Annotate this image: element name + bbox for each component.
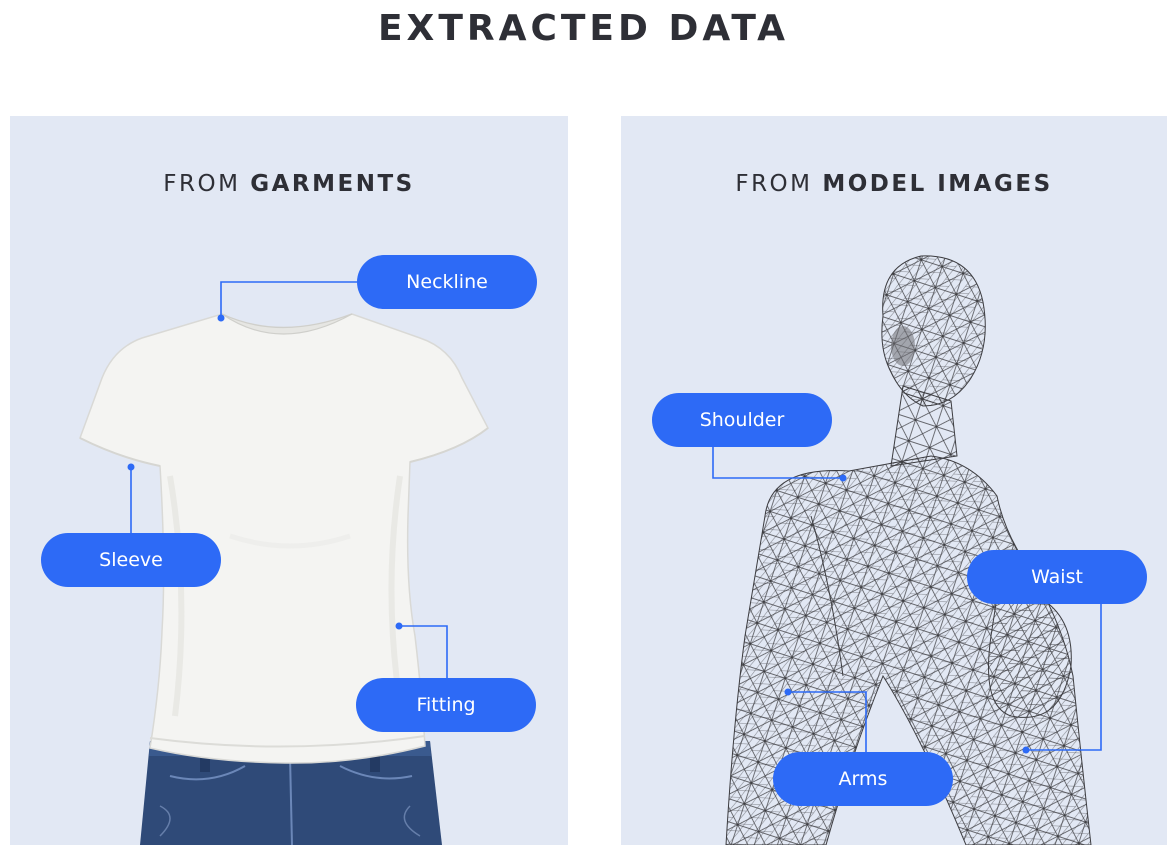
neckline-tag-label: Neckline xyxy=(406,271,488,293)
shoulder-tag: Shoulder xyxy=(652,393,832,447)
sleeve-tag-label: Sleeve xyxy=(99,549,163,571)
page-title: EXTRACTED DATA xyxy=(377,8,790,49)
neckline-tag: Neckline xyxy=(357,255,537,309)
arms-tag-label: Arms xyxy=(838,768,888,790)
waist-tag: Waist xyxy=(967,550,1147,604)
t-shirt-illustration xyxy=(79,313,489,845)
model-panel: FROM MODEL IMAGES Shoulder Waist Arms xyxy=(621,116,1167,845)
shoulder-tag-label: Shoulder xyxy=(699,409,785,431)
arms-tag: Arms xyxy=(773,752,953,806)
wireframe-model-illustration xyxy=(725,255,1092,845)
garments-panel: FROM GARMENTS Neckline Sleeve Fitting xyxy=(10,116,568,845)
fitting-tag-label: Fitting xyxy=(416,694,476,716)
sleeve-tag: Sleeve xyxy=(41,533,221,587)
waist-tag-label: Waist xyxy=(1031,566,1083,588)
fitting-tag: Fitting xyxy=(356,678,536,732)
